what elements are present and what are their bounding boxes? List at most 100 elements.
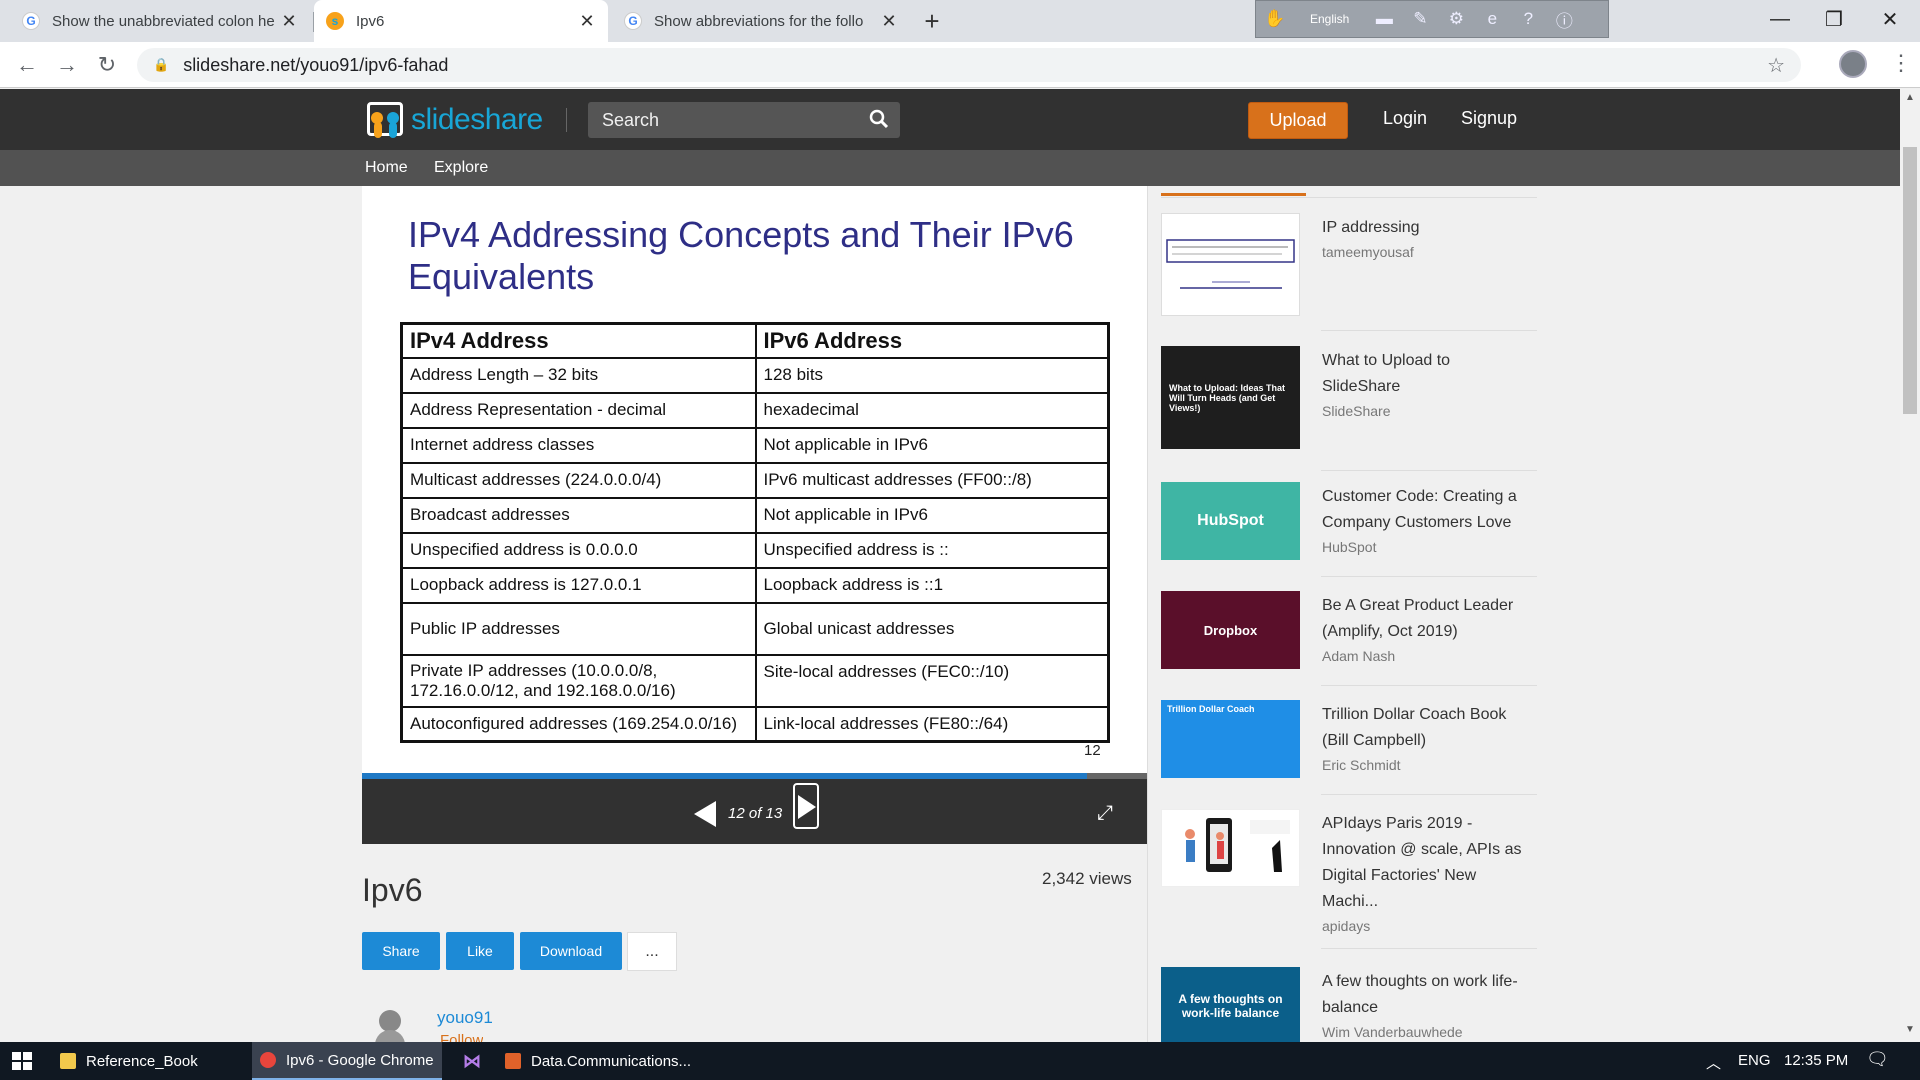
- share-button[interactable]: Share: [362, 932, 440, 970]
- url-text[interactable]: slideshare.net/youo91/ipv6-fahad: [183, 55, 448, 76]
- clock[interactable]: 12:35 PM: [1784, 1052, 1848, 1069]
- profile-avatar[interactable]: [1839, 50, 1867, 78]
- tab-ipv6[interactable]: s Ipv6 ✕: [314, 0, 608, 42]
- related-title[interactable]: IP addressing: [1322, 215, 1532, 241]
- lock-icon[interactable]: 🔒: [153, 57, 169, 73]
- related-item[interactable]: HubSpot Customer Code: Creating a Compan…: [1161, 482, 1537, 577]
- windows-start-icon[interactable]: [12, 1052, 32, 1070]
- table-cell: Autoconfigured addresses (169.254.0.0/16…: [400, 705, 757, 743]
- author-avatar[interactable]: [375, 1008, 405, 1042]
- scroll-up-icon[interactable]: ▲: [1905, 92, 1915, 103]
- address-bar[interactable]: 🔒 slideshare.net/youo91/ipv6-fahad ☆: [137, 48, 1801, 82]
- follow-button[interactable]: Follow: [440, 1032, 483, 1042]
- table-cell: Loopback address is ::1: [754, 566, 1110, 604]
- slideshare-logo[interactable]: slideshare: [365, 96, 543, 144]
- related-thumbnail[interactable]: A few thoughts on work-life balance: [1161, 967, 1300, 1042]
- close-tab-icon[interactable]: ✕: [578, 11, 596, 32]
- related-thumbnail[interactable]: [1161, 809, 1300, 887]
- close-tab-icon[interactable]: ✕: [280, 11, 298, 32]
- related-title[interactable]: Trillion Dollar Coach Book (Bill Campbel…: [1322, 702, 1532, 754]
- pen-icon[interactable]: ✎: [1409, 8, 1431, 30]
- tray-overflow-icon[interactable]: ︿: [1706, 1052, 1721, 1073]
- taskbar-item-chrome[interactable]: Ipv6 - Google Chrome: [252, 1042, 442, 1080]
- keyboard-icon[interactable]: ▬: [1373, 8, 1395, 30]
- active-rail-tab-indicator: [1161, 193, 1306, 196]
- input-language[interactable]: ENG: [1738, 1052, 1771, 1069]
- apidays-thumbnail-art: [1185, 818, 1290, 872]
- site-header: slideshare Search Upload Login Signup: [0, 89, 1900, 150]
- tab-google-colon[interactable]: G Show the unabbreviated colon he ✕: [10, 0, 310, 42]
- scrollbar-thumb[interactable]: [1903, 147, 1917, 414]
- dropbox-logo: Dropbox: [1203, 622, 1258, 638]
- related-thumbnail[interactable]: [1161, 213, 1300, 316]
- next-slide-button[interactable]: [793, 783, 819, 829]
- divider: [1321, 685, 1537, 686]
- related-thumbnail[interactable]: HubSpot: [1161, 482, 1300, 560]
- close-window-icon[interactable]: ✕: [1860, 0, 1920, 38]
- related-thumbnail[interactable]: Dropbox: [1161, 591, 1300, 669]
- login-link[interactable]: Login: [1383, 108, 1427, 129]
- notifications-icon[interactable]: 🗨: [1866, 1049, 1889, 1070]
- new-tab-button[interactable]: +: [917, 6, 947, 36]
- forward-icon[interactable]: →: [52, 50, 82, 80]
- help-icon[interactable]: ?: [1517, 8, 1539, 30]
- related-item[interactable]: A few thoughts on work-life balance A fe…: [1161, 967, 1537, 1042]
- related-item[interactable]: What to Upload: Ideas That Will Turn Hea…: [1161, 346, 1537, 471]
- signup-link[interactable]: Signup: [1461, 108, 1517, 129]
- table-cell: Broadcast addresses: [400, 496, 757, 534]
- back-icon[interactable]: ←: [12, 50, 42, 80]
- download-button[interactable]: Download: [520, 932, 622, 970]
- menu-icon[interactable]: ⋮: [1890, 50, 1912, 76]
- related-title[interactable]: What to Upload to SlideShare: [1322, 348, 1532, 400]
- taskbar-label: Ipv6 - Google Chrome: [286, 1051, 434, 1069]
- fullscreen-icon[interactable]: ⤢: [1097, 802, 1113, 825]
- reload-icon[interactable]: ↻: [92, 50, 122, 80]
- bookmark-star-icon[interactable]: ☆: [1767, 53, 1785, 78]
- language-label[interactable]: English: [1310, 12, 1349, 26]
- related-title[interactable]: Be A Great Product Leader (Amplify, Oct …: [1322, 593, 1532, 645]
- page-scrollbar[interactable]: ▲ ▼: [1900, 89, 1920, 1042]
- divider: [1321, 948, 1537, 949]
- slide-viewer[interactable]: IPv4 Addressing Concepts and Their IPv6 …: [362, 186, 1147, 773]
- related-title[interactable]: A few thoughts on work life-balance: [1322, 969, 1532, 1021]
- related-item[interactable]: IP addressing tameemyousaf: [1161, 213, 1537, 331]
- settings-icon[interactable]: ⚙: [1445, 8, 1467, 30]
- nav-explore[interactable]: Explore: [434, 159, 488, 177]
- related-item[interactable]: Dropbox Be A Great Product Leader (Ampli…: [1161, 591, 1537, 686]
- related-item[interactable]: Trillion Dollar Coach Trillion Dollar Co…: [1161, 700, 1537, 795]
- close-tab-icon[interactable]: ✕: [880, 11, 898, 32]
- taskbar-item-reference-book[interactable]: Reference_Book: [52, 1042, 248, 1080]
- related-item[interactable]: APIdays Paris 2019 - Innovation @ scale,…: [1161, 809, 1537, 949]
- ime-handle-icon[interactable]: ✋: [1264, 8, 1286, 30]
- more-options-button[interactable]: ...: [627, 932, 677, 971]
- tab-google-abbreviations[interactable]: G Show abbreviations for the follo ✕: [612, 0, 910, 42]
- related-title[interactable]: Customer Code: Creating a Company Custom…: [1322, 484, 1532, 536]
- search-icon[interactable]: [868, 108, 890, 130]
- taskbar-item-data-communications[interactable]: Data.Communications...: [497, 1042, 693, 1080]
- table-row: Public IP addresses Global unicast addres…: [400, 601, 1110, 656]
- related-thumbnail[interactable]: What to Upload: Ideas That Will Turn Hea…: [1161, 346, 1300, 449]
- tab-title: Show the unabbreviated colon he: [52, 12, 275, 30]
- search-input[interactable]: Search: [588, 102, 900, 138]
- table-cell: Global unicast addresses: [754, 601, 1110, 656]
- upload-button[interactable]: Upload: [1248, 102, 1348, 139]
- scroll-down-icon[interactable]: ▼: [1905, 1024, 1915, 1035]
- ie-icon[interactable]: e: [1481, 8, 1503, 30]
- table-row: Internet address classes Not applicable i…: [400, 426, 1110, 464]
- table-cell: 128 bits: [754, 356, 1110, 394]
- table-row: Private IP addresses (10.0.0.0/8, 172.16…: [400, 653, 1110, 708]
- minimize-icon[interactable]: —: [1750, 0, 1810, 38]
- nav-home[interactable]: Home: [365, 159, 408, 177]
- related-slideshows: IP addressing tameemyousaf What to Uploa…: [1161, 186, 1537, 1042]
- visual-studio-icon[interactable]: ⋈: [463, 1051, 483, 1071]
- related-title[interactable]: APIdays Paris 2019 - Innovation @ scale,…: [1322, 811, 1532, 915]
- author-link[interactable]: youo91: [437, 1008, 493, 1028]
- related-author: Adam Nash: [1322, 648, 1396, 664]
- related-thumbnail[interactable]: Trillion Dollar Coach: [1161, 700, 1300, 778]
- previous-slide-icon[interactable]: [694, 801, 716, 827]
- info-icon[interactable]: ⓘ: [1553, 8, 1575, 31]
- like-button[interactable]: Like: [446, 932, 514, 970]
- thumbnail-caption: Trillion Dollar Coach: [1167, 704, 1255, 714]
- table-header: IPv6 Address: [754, 322, 1110, 359]
- restore-icon[interactable]: ❐: [1804, 0, 1864, 38]
